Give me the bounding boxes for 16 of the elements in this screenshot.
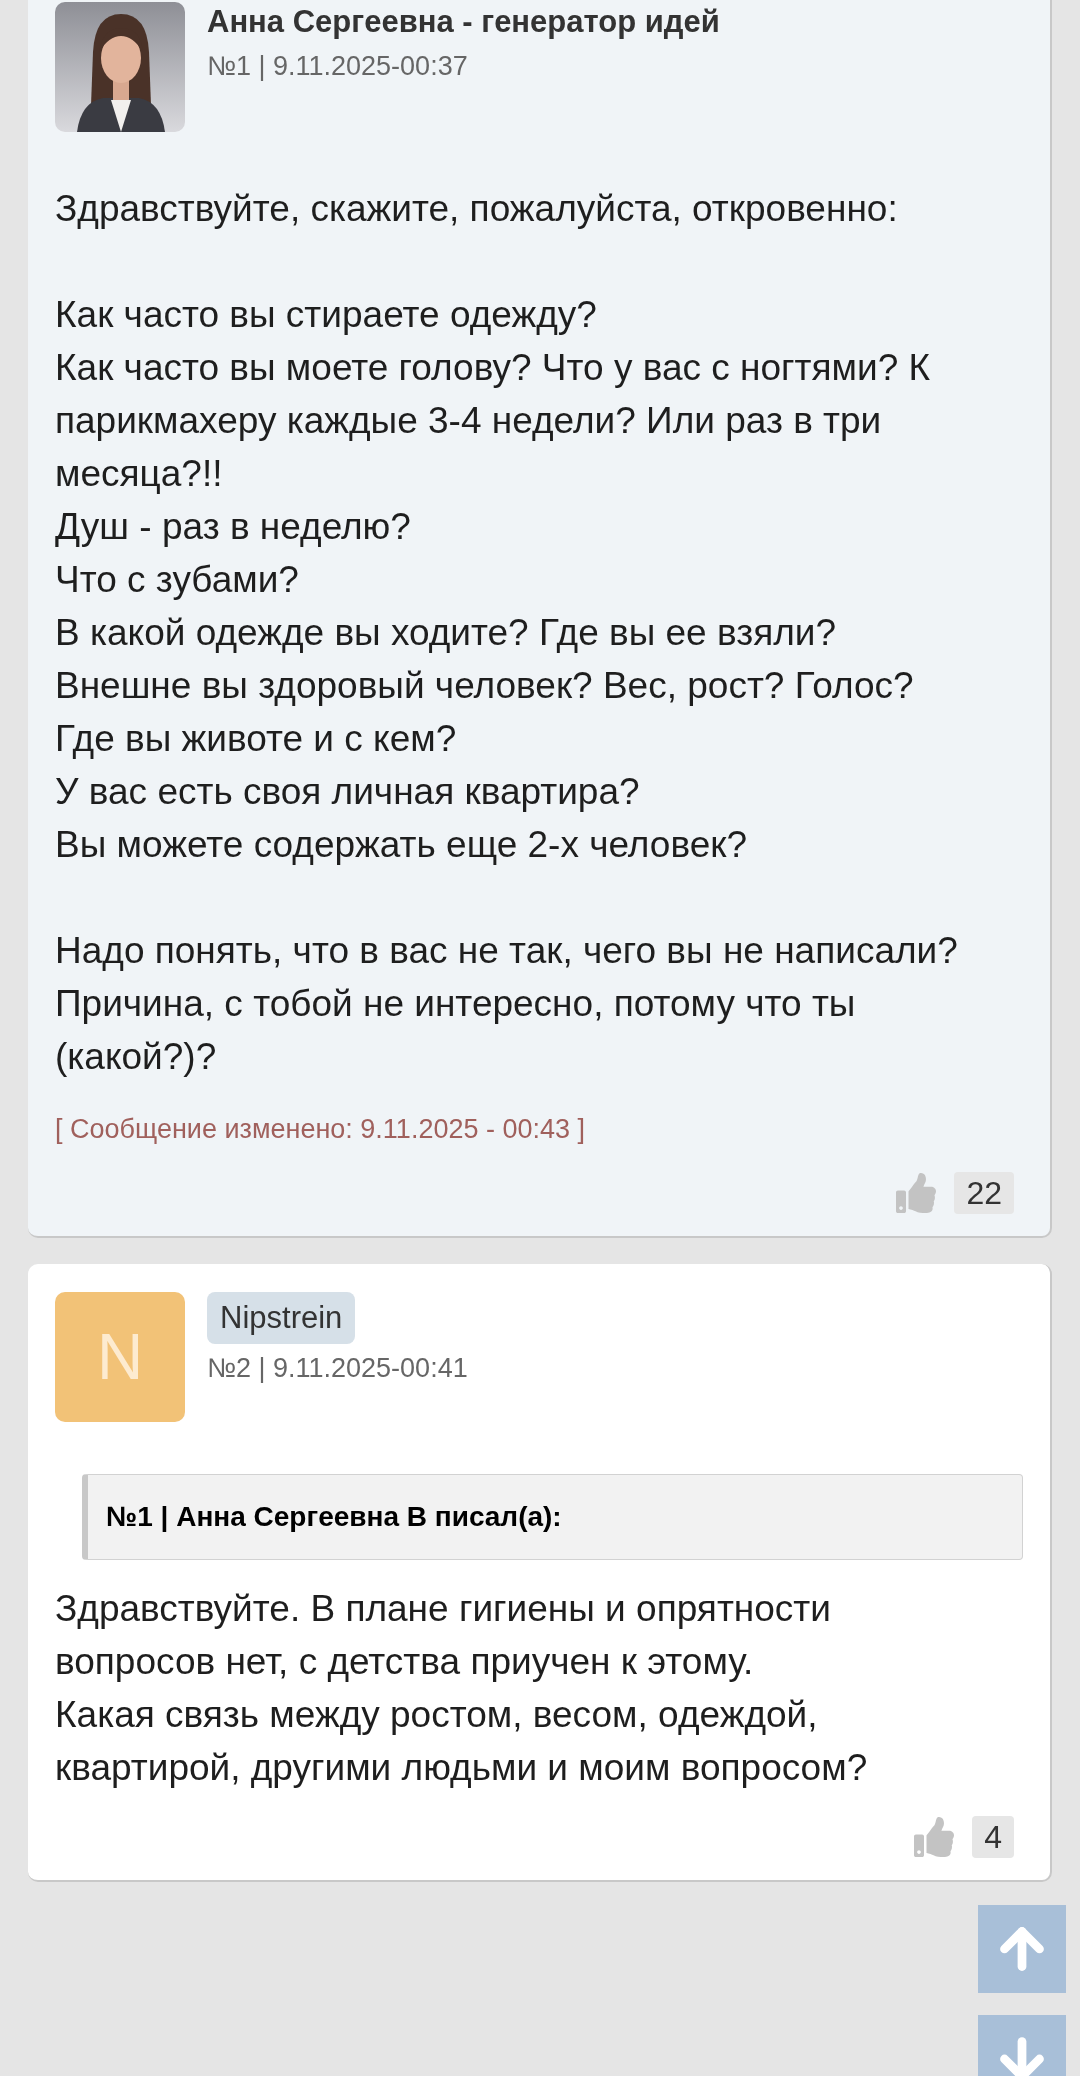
author-name[interactable]: Nipstrein — [207, 1291, 356, 1344]
post-meta: №1 | 9.11.2025-00:37 — [207, 50, 469, 83]
like-count: 4 — [972, 1815, 1014, 1858]
thumbs-up-icon[interactable] — [912, 1816, 957, 1857]
post-text: Здравствуйте. В плане гигиены и опрятности вопросов нет, с детства приучен к этому. Какая связь между ростом, весом, одеждой, квартирой, другими людьми и моим вопросом? — [55, 1586, 869, 1790]
author-name[interactable]: Анна Сергеевна - генератор идей — [207, 2, 720, 42]
like-count: 22 — [954, 1171, 1014, 1214]
post-text: Как часто вы стираете одежду? Как часто вы моете голову? Что у вас с ногтями? К парикмахеру каждые 3-4 недели? Или раз в три месяца?!! Душ - раз в неделю? Что с зубами? В какой одежде вы ходите? Где вы ее взяли? Внешне вы здоровый человек? Вес, рост? Голос? Где вы животе и с кем? У вас есть своя личная квартира? Вы можете содержать еще 2-х человек? — [55, 293, 932, 867]
quote-header: №1 | Анна Сергеевна В писал(а): — [82, 1473, 1023, 1560]
post-text: Надо понять, что в вас не так, чего вы не написали? Причина, с тобой не интересно, потому что ты (какой?)? — [55, 929, 959, 1079]
scroll-up-button[interactable] — [978, 1905, 1066, 1993]
post-text: Здравствуйте, скажите, пожалуйста, откровенно: — [55, 187, 899, 231]
letter-avatar: N — [55, 1291, 185, 1422]
post-meta: №2 | 9.11.2025-00:41 — [207, 1351, 468, 1385]
thumbs-up-icon[interactable] — [894, 1172, 939, 1213]
edit-note: [ Сообщение изменено: 9.11.2025 - 00:43 ] — [55, 1113, 586, 1146]
